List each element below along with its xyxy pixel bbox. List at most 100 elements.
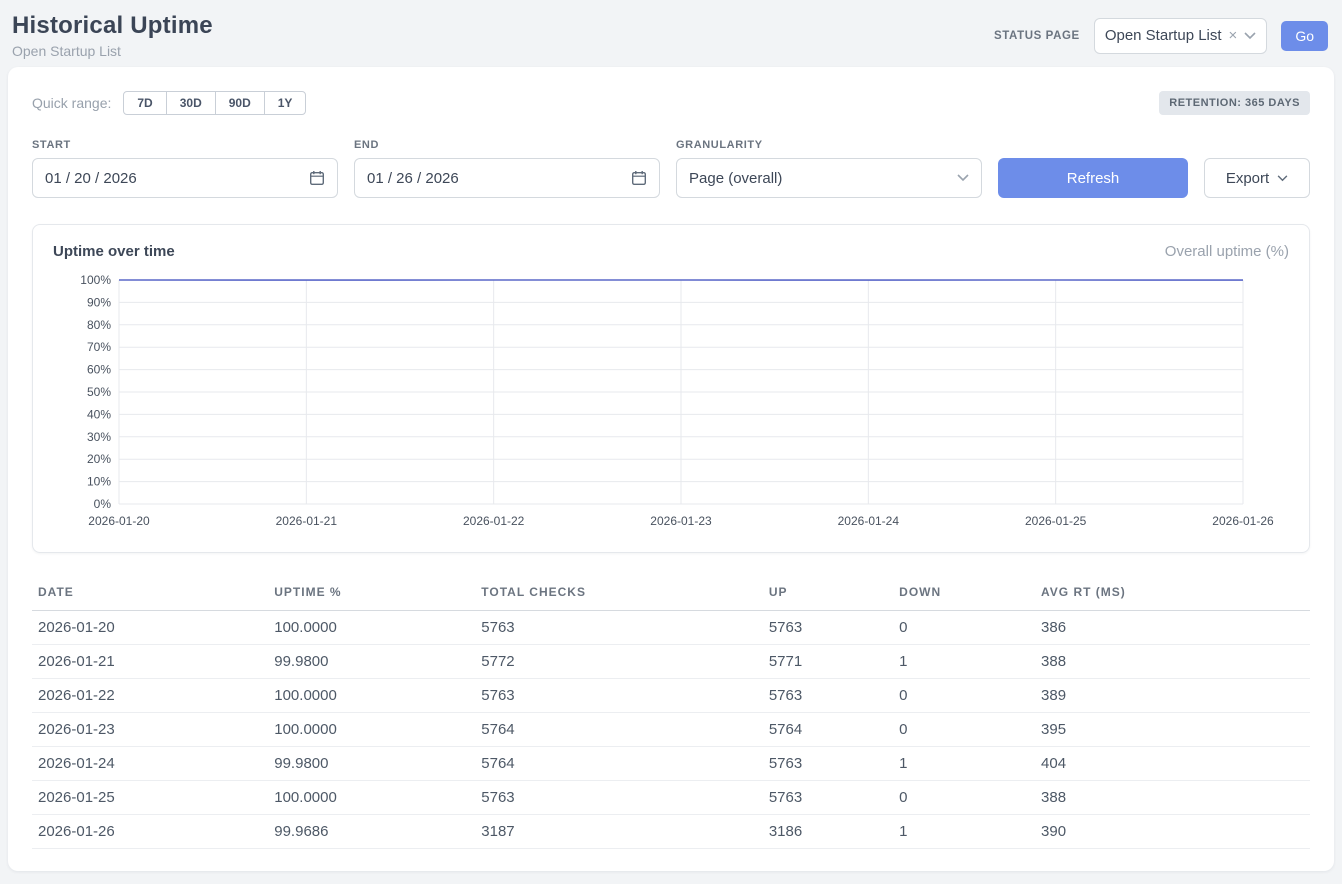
table-row: 2026-01-2699.9686318731861390 [32,815,1310,849]
y-axis-tick-label: 0% [94,497,112,511]
cell-total-checks: 5763 [479,679,767,713]
column-header: DATE [32,579,272,611]
start-date-input[interactable]: 01 / 20 / 2026 [32,158,338,198]
y-axis-tick-label: 30% [87,430,111,444]
cell-down: 0 [897,781,1039,815]
quick-range-controls: Quick range: 7D 30D 90D 1Y [32,91,306,115]
start-date-value: 01 / 20 / 2026 [45,170,137,187]
table-row: 2026-01-20100.0000576357630386 [32,611,1310,645]
x-axis-tick-label: 2026-01-26 [1212,514,1274,528]
page-subtitle: Open Startup List [12,43,213,59]
granularity-selected-value: Page (overall) [689,170,782,187]
x-axis-tick-label: 2026-01-22 [463,514,525,528]
table-row: 2026-01-22100.0000576357630389 [32,679,1310,713]
start-date-field: START 01 / 20 / 2026 [32,139,338,198]
column-header: UP [767,579,897,611]
go-button[interactable]: Go [1281,21,1328,51]
y-axis-tick-label: 20% [87,452,111,466]
uptime-table-head-row: DATEUPTIME %TOTAL CHECKSUPDOWNAVG RT (MS… [32,579,1310,611]
cell-down: 0 [897,611,1039,645]
uptime-table: DATEUPTIME %TOTAL CHECKSUPDOWNAVG RT (MS… [32,579,1310,849]
cell-up: 5763 [767,611,897,645]
chevron-down-icon [957,174,969,182]
x-axis-tick-label: 2026-01-24 [838,514,900,528]
cell-total-checks: 5764 [479,713,767,747]
cell-down: 0 [897,713,1039,747]
export-label: Export [1226,170,1269,187]
status-page-selected-value: Open Startup List [1105,27,1222,44]
cell-up: 3186 [767,815,897,849]
chart-legend: Overall uptime (%) [1165,243,1289,260]
cell-uptime-pct: 100.0000 [272,611,479,645]
quick-range-30d-button[interactable]: 30D [166,91,216,115]
chart-svg: 0%10%20%30%40%50%60%70%80%90%100%2026-01… [53,270,1289,538]
cell-date: 2026-01-22 [32,679,272,713]
granularity-label: GRANULARITY [676,139,982,151]
status-page-select[interactable]: Open Startup List × [1094,18,1268,54]
end-date-value: 01 / 26 / 2026 [367,170,459,187]
end-date-field: END 01 / 26 / 2026 [354,139,660,198]
cell-total-checks: 5764 [479,747,767,781]
refresh-button[interactable]: Refresh [998,158,1188,198]
chevron-down-icon [1277,175,1288,182]
x-axis-tick-label: 2026-01-20 [88,514,150,528]
cell-avg-rt: 389 [1039,679,1310,713]
calendar-icon[interactable] [309,170,325,186]
quick-range-7d-button[interactable]: 7D [123,91,166,115]
cell-avg-rt: 386 [1039,611,1310,645]
quick-range-90d-button[interactable]: 90D [215,91,265,115]
cell-avg-rt: 388 [1039,781,1310,815]
page-header: Historical Uptime Open Startup List STAT… [0,0,1342,65]
table-row: 2026-01-2499.9800576457631404 [32,747,1310,781]
uptime-line-chart: 0%10%20%30%40%50%60%70%80%90%100%2026-01… [53,270,1289,538]
chart-header: Uptime over time Overall uptime (%) [53,243,1289,260]
uptime-table-body: 2026-01-20100.00005763576303862026-01-21… [32,611,1310,849]
cell-uptime-pct: 100.0000 [272,679,479,713]
cell-uptime-pct: 100.0000 [272,781,479,815]
page-title: Historical Uptime [12,12,213,40]
cell-total-checks: 3187 [479,815,767,849]
cell-date: 2026-01-23 [32,713,272,747]
table-row: 2026-01-23100.0000576457640395 [32,713,1310,747]
header-controls: STATUS PAGE Open Startup List × Go [994,18,1328,54]
export-button[interactable]: Export [1204,158,1310,198]
cell-avg-rt: 395 [1039,713,1310,747]
cell-total-checks: 5772 [479,645,767,679]
cell-date: 2026-01-21 [32,645,272,679]
clear-selection-icon[interactable]: × [1229,28,1238,43]
x-axis-tick-label: 2026-01-21 [276,514,338,528]
start-label: START [32,139,338,151]
cell-up: 5763 [767,679,897,713]
status-page-label: STATUS PAGE [994,30,1080,42]
table-row: 2026-01-2199.9800577257711388 [32,645,1310,679]
historical-uptime-page: Historical Uptime Open Startup List STAT… [0,0,1342,884]
cell-down: 0 [897,679,1039,713]
end-date-input[interactable]: 01 / 26 / 2026 [354,158,660,198]
cell-uptime-pct: 99.9800 [272,645,479,679]
cell-up: 5763 [767,781,897,815]
quick-range-row: Quick range: 7D 30D 90D 1Y RETENTION: 36… [32,91,1310,115]
cell-down: 1 [897,815,1039,849]
cell-uptime-pct: 100.0000 [272,713,479,747]
quick-range-1y-button[interactable]: 1Y [264,91,307,115]
quick-range-group: 7D 30D 90D 1Y [123,91,306,115]
y-axis-tick-label: 60% [87,363,111,377]
x-axis-tick-label: 2026-01-25 [1025,514,1087,528]
cell-uptime-pct: 99.9800 [272,747,479,781]
cell-avg-rt: 388 [1039,645,1310,679]
granularity-select[interactable]: Page (overall) [676,158,982,198]
x-axis-tick-label: 2026-01-23 [650,514,712,528]
cell-total-checks: 5763 [479,781,767,815]
cell-uptime-pct: 99.9686 [272,815,479,849]
cell-avg-rt: 390 [1039,815,1310,849]
cell-up: 5771 [767,645,897,679]
retention-badge: RETENTION: 365 DAYS [1159,91,1310,115]
y-axis-tick-label: 10% [87,475,111,489]
table-row: 2026-01-25100.0000576357630388 [32,781,1310,815]
title-block: Historical Uptime Open Startup List [12,12,213,59]
cell-date: 2026-01-20 [32,611,272,645]
cell-total-checks: 5763 [479,611,767,645]
cell-down: 1 [897,645,1039,679]
calendar-icon[interactable] [631,170,647,186]
y-axis-tick-label: 100% [80,273,111,287]
